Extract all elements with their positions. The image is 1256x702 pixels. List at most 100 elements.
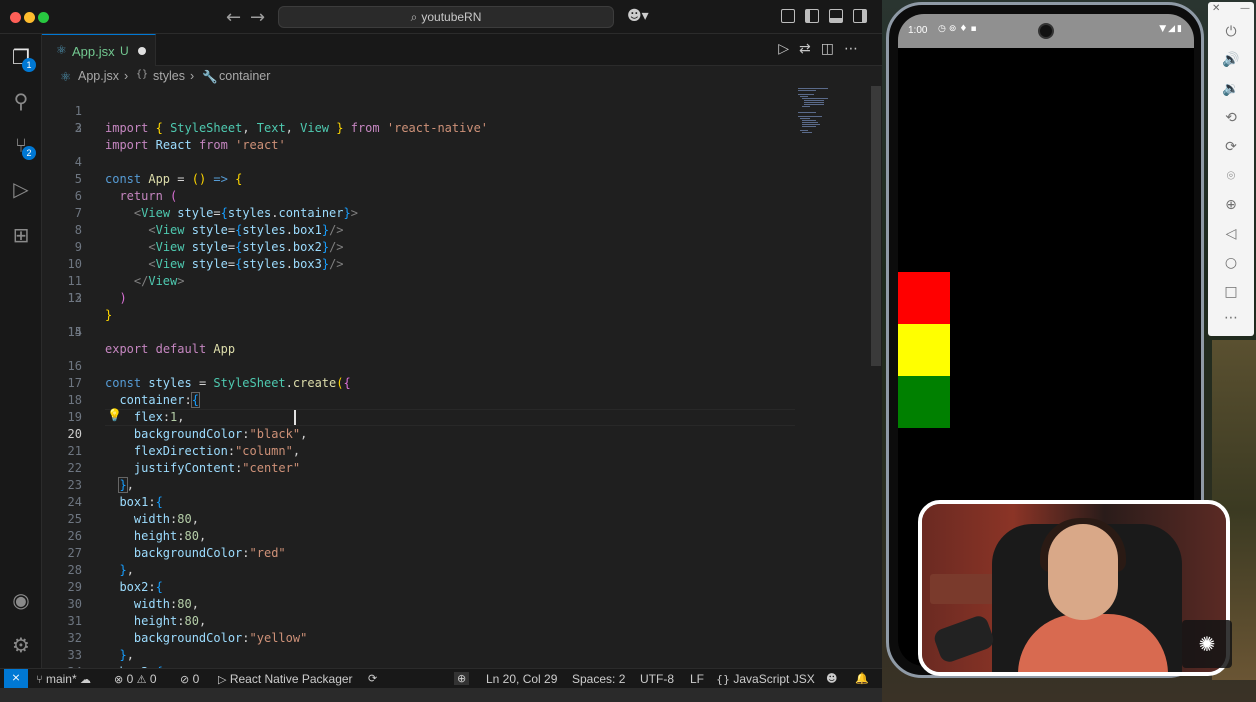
code-line: 31 backgroundColor:"yellow" [67,614,308,645]
code-editor[interactable]: 💡 1 import { StyleSheet, Text, View } fr… [42,86,870,668]
command-center-search[interactable]: ⌕ youtubeRN [278,6,614,28]
red-box [898,272,950,324]
minimize-window-button[interactable] [24,12,35,23]
breadcrumb: ⚛ App.jsx › {} styles › 🔧 container [42,66,882,86]
sync-cloud-icon: ☁ [79,673,91,686]
play-icon: ▷ [218,673,227,686]
code-line: 34 width:80, [42,647,870,668]
home-icon[interactable]: ○ [1219,255,1243,275]
tab-app-jsx[interactable]: ⚛ App.jsx U [42,34,156,66]
notifications-bell-icon[interactable]: 🔔 [855,672,869,685]
cursor-position[interactable]: Ln 20, Col 29 [486,672,557,686]
language-mode[interactable]: {} JavaScript JSX [716,672,815,686]
toggle-primary-sidebar-icon[interactable] [805,9,819,23]
minimap[interactable] [796,86,856,146]
split-editor-icon[interactable]: ◫ [821,41,844,57]
overview-icon[interactable]: □ [1219,284,1243,304]
code-line: 15 [67,325,82,339]
back-arrow-icon[interactable]: ← [226,7,241,28]
volume-down-icon[interactable]: 🔉 [1219,81,1243,101]
toolbar-header: ✕ — [1208,2,1254,18]
code-line: 12 } [67,291,113,322]
warning-icon: ⚠ [136,673,147,686]
customize-layout-icon[interactable] [781,9,795,23]
code-line: 11 ) [67,274,127,305]
presenter-face [1048,524,1118,620]
maximize-window-button[interactable] [38,12,49,23]
scrollbar-thumb[interactable] [871,86,881,366]
close-emulator-icon[interactable]: ✕ [1212,3,1220,14]
compare-icon[interactable]: ⇄ [799,41,821,57]
more-options-icon[interactable]: ⋯ [1219,310,1243,330]
tab-label: App.jsx [72,44,115,59]
code-line: 20 flexDirection:"column", [67,427,308,458]
title-bar: ← → ⌕ youtubeRN ☻▾ [0,0,882,34]
react-native-packager-button[interactable]: ▷ React Native Packager [218,672,353,686]
git-branch-icon: ⑂ [36,673,43,686]
run-icon[interactable]: ▷ [778,41,799,57]
code-line: 9 <View style={styles.box3}/> [74,240,344,271]
rotate-right-icon[interactable]: ⟳ [1219,139,1243,159]
power-icon[interactable]: ⏻ [1219,24,1243,44]
camera-icon[interactable]: ⌾ [1219,168,1243,188]
minimize-emulator-icon[interactable]: — [1240,3,1250,14]
search-icon: ⌕ [410,10,418,24]
code-line: 21 justifyContent:"center" [67,444,301,475]
accounts-icon[interactable]: ◉ [8,587,34,613]
green-box [898,376,950,428]
code-line: 25 height:80, [67,512,207,543]
code-line: 13 [67,291,82,305]
breadcrumb-symbol-styles[interactable]: styles [153,69,185,83]
toggle-secondary-sidebar-icon[interactable] [853,9,867,23]
rotate-left-icon[interactable]: ⟲ [1219,110,1243,130]
code-line: 1 import { StyleSheet, Text, View } from… [74,104,489,135]
signal-battery-icons: ▼◢▮ [1159,24,1184,34]
code-line: 6 <View style={styles.container}> [74,189,358,220]
end-of-line[interactable]: LF [690,672,704,686]
phone-clock: 1:00 [908,25,928,36]
editor-tabs: ⚛ App.jsx U ▷⇄◫⋯ [42,34,882,66]
breadcrumb-symbol-container[interactable]: container [219,69,270,83]
status-bar: ⨯ ⑂ main* ☁ ⊗ 0 ⚠ 0 ⊘ 0 ▷ React Native P… [0,668,882,689]
notification-icons: ◷⊚♦▪ [938,24,980,34]
editor-actions: ▷⇄◫⋯ [778,41,868,57]
code-line: 30 height:80, [67,597,207,628]
code-line: 19 backgroundColor:"black", [67,410,308,441]
code-line: 16 const styles = StyleSheet.create({ [67,359,351,390]
more-actions-icon[interactable]: ⋯ [844,41,868,57]
unsaved-dot-icon[interactable] [138,47,146,55]
remote-indicator-icon[interactable]: ⨯ [4,669,28,689]
code-line: 14 export default App [67,325,236,356]
encoding[interactable]: UTF-8 [640,672,674,686]
ports-indicator[interactable]: ⊘ 0 [180,672,199,686]
breadcrumb-file[interactable]: App.jsx [78,69,119,83]
forward-arrow-icon[interactable]: → [250,7,265,28]
indentation[interactable]: Spaces: 2 [572,672,625,686]
copilot-icon[interactable]: ☻▾ [627,8,649,24]
object-symbol-icon: {} [136,69,149,80]
chevron-right-icon: › [124,69,129,83]
editor-scrollbar[interactable] [870,86,882,668]
zoom-icon[interactable]: ⊕ [454,672,470,685]
extensions-icon[interactable]: ⊞ [8,222,34,248]
settings-gear-icon[interactable]: ⚙ [8,632,34,658]
chevron-right-icon: › [190,69,195,83]
volume-up-icon[interactable]: 🔊 [1219,52,1243,72]
copilot-status-icon[interactable]: ☻ [826,672,837,685]
refresh-icon[interactable]: ⟳ [368,672,377,685]
search-sidebar-icon[interactable]: ⚲ [8,88,34,114]
close-window-button[interactable] [10,12,21,23]
toggle-panel-icon[interactable] [829,9,843,23]
code-line: 5 return ( [74,172,178,203]
back-icon[interactable]: ◁ [1219,226,1243,246]
react-file-icon: ⚛ [56,43,67,57]
run-debug-icon[interactable]: ▷ [8,176,34,202]
code-line: 28 box2:{ [67,563,163,594]
zoom-icon[interactable]: ⊕ [1219,197,1243,217]
code-line: 4 const App = () => { [74,155,243,186]
branch-indicator[interactable]: ⑂ main* ☁ [36,672,91,686]
problems-indicator[interactable]: ⊗ 0 ⚠ 0 [114,672,157,686]
code-line: 18 flex:1, [67,393,185,424]
emulator-toolbar: ✕ — ⏻ 🔊 🔉 ⟲ ⟳ ⌾ ⊕ ◁ ○ □ ⋯ [1208,2,1254,336]
code-line: 22 }, [67,461,134,493]
